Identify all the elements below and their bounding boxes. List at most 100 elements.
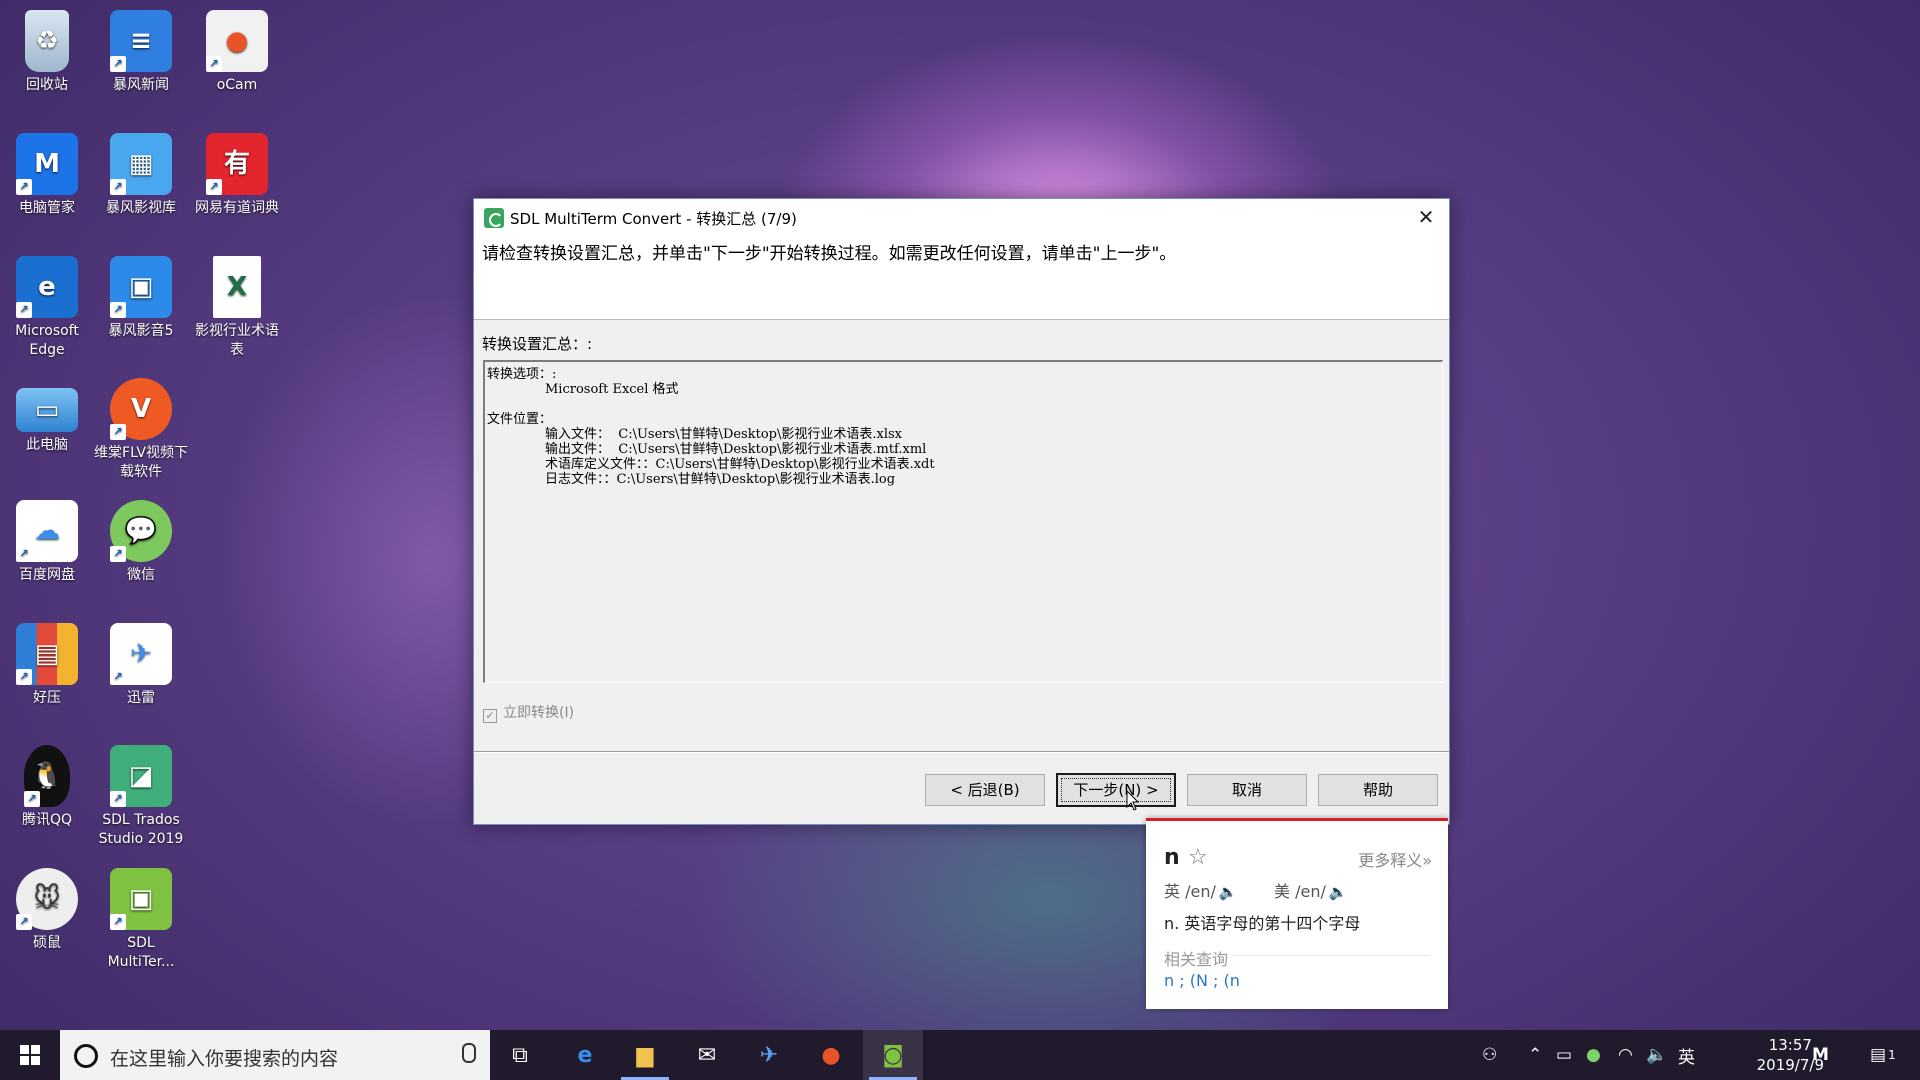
desktop-icon-sdl-multiterm[interactable]: ▣ ↗ SDL MultiTer... xyxy=(94,860,188,972)
back-button[interactable]: < 后退(B) xyxy=(925,774,1045,806)
input-method-indicator[interactable]: 英 xyxy=(1678,1030,1695,1080)
xunlei-icon: ✈ xyxy=(759,1042,779,1068)
desktop-icon-sdl-trados[interactable]: ◪ ↗ SDL Trados Studio 2019 xyxy=(94,737,188,849)
pc-manager-icon: M ↗ xyxy=(16,133,78,195)
tray-network[interactable]: ◠ xyxy=(1618,1030,1633,1080)
player-icon: ▣ ↗ xyxy=(110,256,172,318)
summary-label: 转换设置汇总：: xyxy=(482,335,593,353)
flv-downloader-icon: V ↗ xyxy=(110,378,172,440)
people-button[interactable]: ⚇ xyxy=(1482,1030,1497,1080)
ocam-icon: ● xyxy=(821,1042,841,1068)
taskbar-search-box[interactable]: 在这里输入你要搜索的内容 xyxy=(60,1030,490,1080)
taskbar-edge[interactable]: e xyxy=(555,1030,615,1080)
desktop-icon-youdao-dict[interactable]: 有 ↗ 网易有道词典 xyxy=(190,125,284,218)
baidu-netdisk-icon: ☁ ↗ xyxy=(16,500,78,562)
chevron-up-icon: ⌃ xyxy=(1528,1045,1543,1065)
convert-now-label: 立即转换(I) xyxy=(503,705,575,721)
excel-file-icon: X xyxy=(213,256,261,318)
desktop-icon-baidu-netdisk[interactable]: ☁ ↗ 百度网盘 xyxy=(0,492,94,585)
action-center-button[interactable]: ▤ 1 xyxy=(1870,1030,1896,1080)
notification-count: 1 xyxy=(1888,1048,1896,1062)
checkbox-checked-icon: ✓ xyxy=(483,709,497,723)
instruction-text: 请检查转换设置汇总，并单击"下一步"开始转换过程。如需更改任何设置，请单击"上一… xyxy=(482,244,1177,264)
desktop-icon-weitang-flv[interactable]: V ↗ 维棠FLV视频下载软件 xyxy=(94,370,188,482)
related-queries-links[interactable]: n ; (N ; (n xyxy=(1164,971,1240,990)
desktop-icon-baofeng-player[interactable]: ▣ ↗ 暴风影音5 xyxy=(94,248,188,341)
desktop-icon-recycle-bin[interactable]: ♻ 回收站 xyxy=(0,2,94,95)
notification-icon: ▤ xyxy=(1870,1045,1887,1065)
convert-now-checkbox[interactable]: ✓ 立即转换(I) xyxy=(483,702,574,723)
summary-format: Microsoft Excel 格式 xyxy=(545,382,679,397)
us-phonetic: 美 /en/🔈 xyxy=(1274,882,1348,901)
desktop-icon-excel-file[interactable]: X 影视行业术语表 xyxy=(190,248,284,360)
show-hidden-icons-button[interactable]: ⌃ xyxy=(1528,1030,1542,1080)
taskbar-multiterm[interactable]: ◙ xyxy=(863,1030,923,1080)
dict-word: n xyxy=(1164,845,1180,870)
dialog-header: 请检查转换设置汇总，并单击"下一步"开始转换过程。如需更改任何设置，请单击"上一… xyxy=(474,235,1449,320)
desktop-icon-baofeng-library[interactable]: ▦ ↗ 暴风影视库 xyxy=(94,125,188,218)
recycle-bin-icon: ♻ xyxy=(25,10,69,72)
dialog-title: SDL MultiTerm Convert - 转换汇总 (7/9) xyxy=(510,210,797,228)
more-definitions-link[interactable]: 更多释义» xyxy=(1358,847,1432,871)
cortana-icon xyxy=(74,1044,98,1068)
desktop-icon-edge[interactable]: e ↗ Microsoft Edge xyxy=(0,248,94,360)
dialog-titlebar[interactable]: SDL MultiTerm Convert - 转换汇总 (7/9) ✕ xyxy=(474,199,1449,235)
summary-input-file: 输入文件： C:\Users\甘鲜特\Desktop\影视行业术语表.xlsx xyxy=(545,427,902,442)
wechat-icon: ● xyxy=(1586,1045,1601,1065)
speaker-icon[interactable]: 🔈 xyxy=(1329,883,1348,901)
taskbar-file-explorer[interactable]: ▆ xyxy=(615,1030,675,1080)
summary-location-label: 文件位置： xyxy=(487,412,553,427)
tray-battery[interactable]: ▭ xyxy=(1556,1030,1572,1080)
close-button[interactable]: ✕ xyxy=(1403,199,1449,235)
video-library-icon: ▦ ↗ xyxy=(110,133,172,195)
speaker-icon[interactable]: 🔈 xyxy=(1219,883,1238,901)
task-view-button[interactable]: ⧉ xyxy=(490,1030,550,1080)
desktop-icon-this-pc[interactable]: ▭ 此电脑 xyxy=(0,370,94,455)
people-icon: ⚇ xyxy=(1482,1045,1498,1065)
button-separator xyxy=(474,751,1449,753)
pc-manager-icon: M xyxy=(1812,1045,1829,1065)
summary-output-file: 输出文件： C:\Users\甘鲜特\Desktop\影视行业术语表.mtf.x… xyxy=(545,442,927,457)
taskbar-mail[interactable]: ✉ xyxy=(677,1030,737,1080)
battery-icon: ▭ xyxy=(1556,1045,1573,1065)
taskbar-xunlei[interactable]: ✈ xyxy=(739,1030,799,1080)
tray-volume[interactable]: 🔈 xyxy=(1646,1030,1667,1080)
desktop-icon-baofeng-news[interactable]: ≡ ↗ 暴风新闻 xyxy=(94,2,188,95)
desktop-icon-wechat[interactable]: 💬 ↗ 微信 xyxy=(94,492,188,585)
computer-icon: ▭ xyxy=(16,388,78,432)
close-icon: ✕ xyxy=(1417,205,1435,229)
summary-options-label: 转换选项：: xyxy=(487,367,557,382)
wifi-icon: ◠ xyxy=(1618,1045,1633,1065)
edge-icon: e xyxy=(577,1042,593,1068)
tray-wechat[interactable]: ● xyxy=(1586,1030,1601,1080)
microphone-icon[interactable] xyxy=(462,1043,476,1063)
news-icon: ≡ ↗ xyxy=(110,10,172,72)
dict-definition: n. 英语字母的第十四个字母 xyxy=(1164,914,1361,933)
desktop-icon-pc-manager[interactable]: M ↗ 电脑管家 xyxy=(0,125,94,218)
summary-textbox[interactable]: 转换选项：: Microsoft Excel 格式 文件位置： 输入文件： C:… xyxy=(483,360,1443,683)
mail-icon: ✉ xyxy=(697,1042,717,1068)
taskbar-ocam[interactable]: ● xyxy=(801,1030,861,1080)
multiterm-icon: ◙ xyxy=(882,1042,904,1068)
start-button[interactable] xyxy=(0,1030,60,1080)
uk-phonetic: 英 /en/🔈 xyxy=(1164,882,1238,901)
mouse-mascot-icon: 🐭 ↗ xyxy=(16,868,78,930)
mouse-cursor-icon xyxy=(1126,790,1140,811)
desktop-icon-xunlei[interactable]: ✈ ↗ 迅雷 xyxy=(94,615,188,708)
windows-logo-icon xyxy=(20,1045,40,1065)
cancel-button[interactable]: 取消 xyxy=(1187,774,1307,806)
help-button[interactable]: 帮助 xyxy=(1318,774,1438,806)
multiterm-app-icon xyxy=(484,208,504,228)
summary-termbase-def-file: 术语库定义文件：：C:\Users\甘鲜特\Desktop\影视行业术语表.xd… xyxy=(545,457,935,472)
next-button[interactable]: 下一步(N) > xyxy=(1056,773,1176,807)
desktop-icon-ocam[interactable]: ● ↗ oCam xyxy=(190,2,284,95)
xunlei-icon: ✈ ↗ xyxy=(110,623,172,685)
task-view-icon: ⧉ xyxy=(512,1042,528,1068)
desktop-icon-shuoshu[interactable]: 🐭 ↗ 硕鼠 xyxy=(0,860,94,953)
qq-penguin-icon: 🐧 ↗ xyxy=(24,745,70,807)
summary-log-file: 日志文件：：C:\Users\甘鲜特\Desktop\影视行业术语表.log xyxy=(545,472,896,487)
favorite-star-icon[interactable]: ☆ xyxy=(1188,845,1208,870)
desktop-icon-qq[interactable]: 🐧 ↗ 腾讯QQ xyxy=(0,737,94,830)
desktop-icon-haozip[interactable]: ▤ ↗ 好压 xyxy=(0,615,94,708)
tray-pc-manager[interactable]: M xyxy=(1812,1030,1829,1080)
